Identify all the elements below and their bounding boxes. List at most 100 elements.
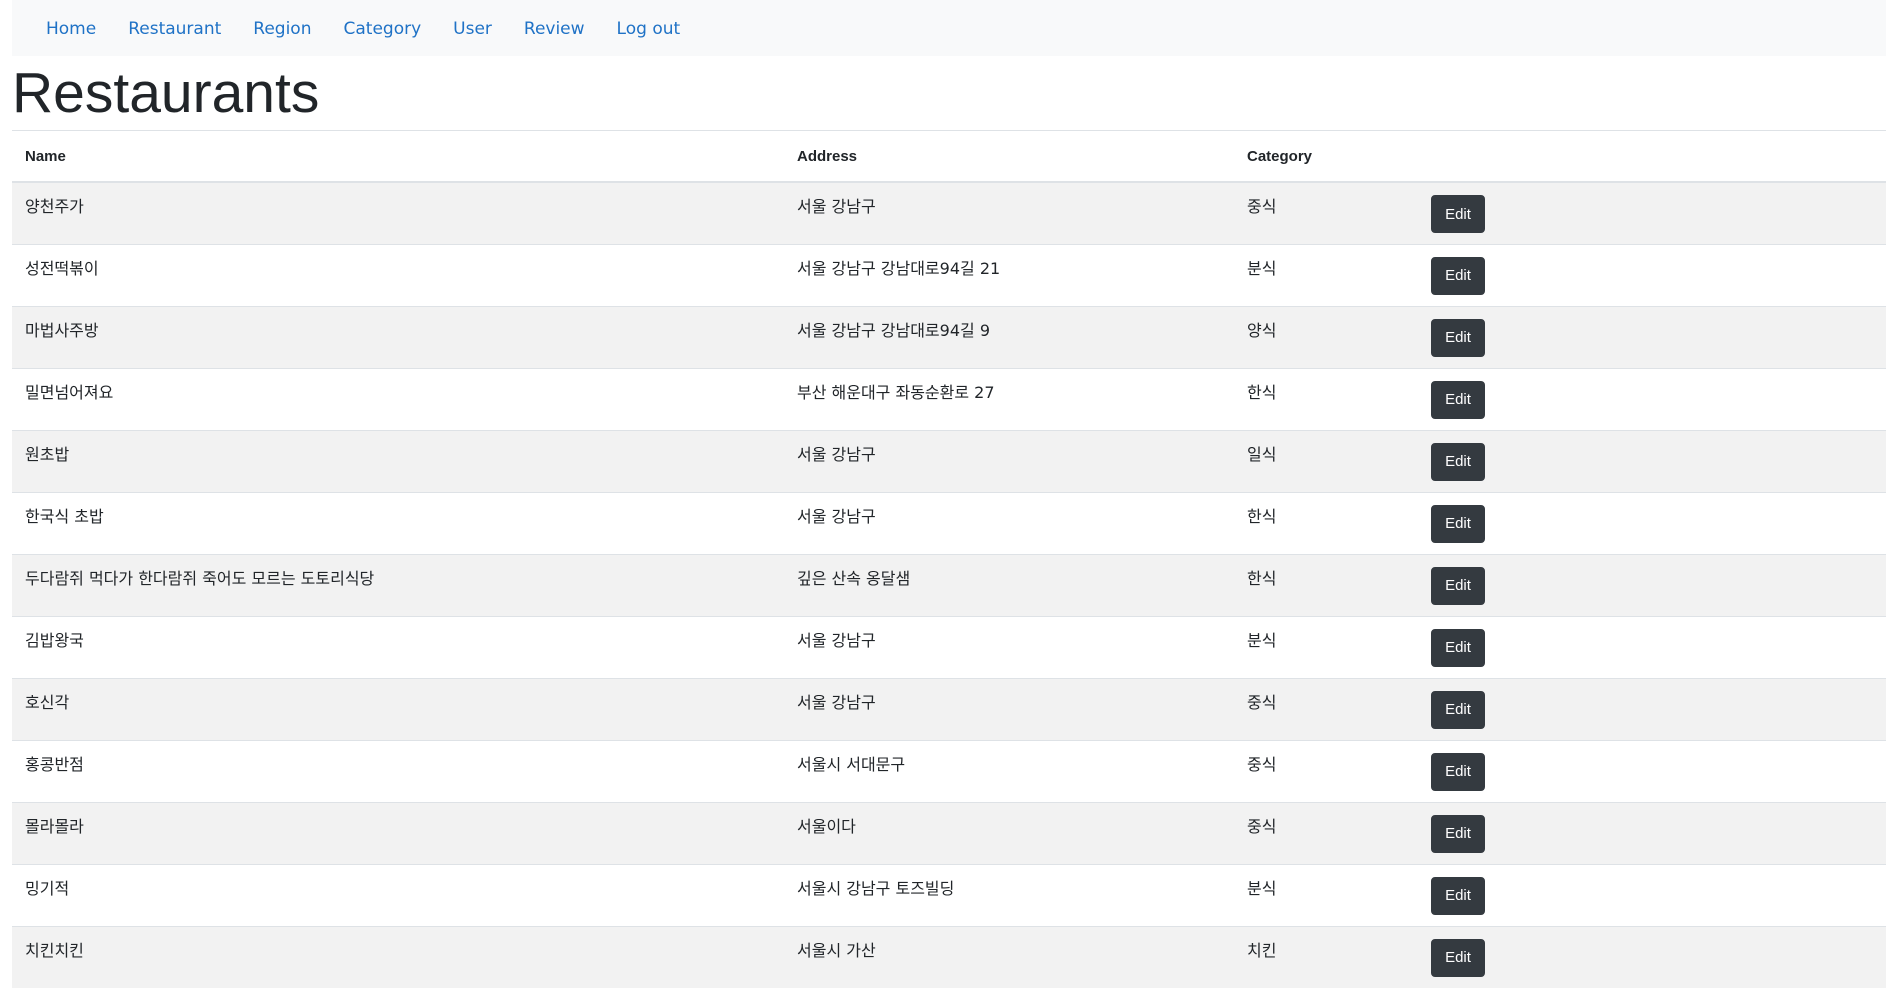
restaurant-category: 중식: [1247, 816, 1277, 836]
address-cell: 서울 강남구: [784, 491, 1234, 554]
address-cell: 서울이다: [784, 801, 1234, 864]
address-cell: 서울시 강남구 토즈빌딩: [784, 863, 1234, 926]
restaurant-address: 서울 강남구: [797, 506, 876, 526]
nav-link-user[interactable]: User: [453, 19, 492, 39]
nav-link-review[interactable]: Review: [524, 19, 585, 39]
edit-button[interactable]: Edit: [1431, 628, 1485, 667]
edit-button[interactable]: Edit: [1431, 442, 1485, 481]
nav-link-home[interactable]: Home: [46, 19, 96, 39]
actions-cell: Edit: [1414, 553, 1886, 616]
table-row: 밀면넘어져요 부산 해운대구 좌동순환로 27 한식 Edit: [12, 367, 1886, 430]
category-cell: 중식: [1234, 677, 1414, 740]
actions-cell: Edit: [1414, 429, 1886, 492]
restaurant-category: 분식: [1247, 630, 1277, 650]
name-cell: 한국식 초밥: [12, 491, 784, 554]
nav-link-logout[interactable]: Log out: [617, 19, 681, 39]
table-row: 원초밥 서울 강남구 일식 Edit: [12, 429, 1886, 492]
restaurant-address: 깊은 산속 옹달샘: [797, 568, 911, 588]
table-row: 홍콩반점 서울시 서대문구 중식 Edit: [12, 739, 1886, 802]
edit-button[interactable]: Edit: [1431, 504, 1485, 543]
restaurant-name: 성전떡볶이: [25, 258, 99, 278]
edit-button[interactable]: Edit: [1431, 938, 1485, 977]
category-cell: 분식: [1234, 243, 1414, 306]
restaurant-address: 서울시 가산: [797, 940, 876, 960]
restaurant-address: 서울이다: [797, 816, 856, 836]
restaurant-category: 치킨: [1247, 940, 1277, 960]
name-cell: 몰라몰라: [12, 801, 784, 864]
actions-cell: Edit: [1414, 615, 1886, 678]
restaurant-name: 밍기적: [25, 878, 70, 898]
actions-cell: Edit: [1414, 367, 1886, 430]
edit-button[interactable]: Edit: [1431, 256, 1485, 295]
address-cell: 부산 해운대구 좌동순환로 27: [784, 367, 1234, 430]
category-cell: 일식: [1234, 429, 1414, 492]
restaurant-address: 서울 강남구 강남대로94길 21: [797, 258, 1001, 278]
restaurant-name: 호신각: [25, 692, 70, 712]
category-cell: 분식: [1234, 615, 1414, 678]
restaurant-category: 분식: [1247, 878, 1277, 898]
restaurant-address: 서울시 강남구 토즈빌딩: [797, 878, 955, 898]
restaurant-name: 양천주가: [25, 197, 84, 216]
restaurant-name: 한국식 초밥: [25, 506, 104, 526]
nav-link-region[interactable]: Region: [253, 19, 311, 39]
restaurant-name: 원초밥: [25, 444, 70, 464]
category-cell: 양식: [1234, 305, 1414, 368]
actions-cell: Edit: [1414, 243, 1886, 306]
actions-cell: Edit: [1414, 801, 1886, 864]
actions-cell: Edit: [1414, 181, 1886, 244]
column-header-address: Address: [784, 131, 1234, 183]
address-cell: 서울 강남구 강남대로94길 9: [784, 305, 1234, 368]
restaurant-address: 부산 해운대구 좌동순환로 27: [797, 382, 995, 402]
edit-button[interactable]: Edit: [1431, 380, 1485, 419]
address-cell: 서울 강남구: [784, 429, 1234, 492]
category-cell: 한식: [1234, 553, 1414, 616]
name-cell: 양천주가: [12, 181, 784, 244]
name-cell: 호신각: [12, 677, 784, 740]
edit-button[interactable]: Edit: [1431, 690, 1485, 729]
restaurant-category: 한식: [1247, 568, 1277, 588]
restaurant-name: 김밥왕국: [25, 630, 84, 650]
edit-button[interactable]: Edit: [1431, 876, 1485, 915]
edit-button[interactable]: Edit: [1431, 566, 1485, 605]
edit-button[interactable]: Edit: [1431, 814, 1485, 853]
nav-link-restaurant[interactable]: Restaurant: [128, 19, 221, 39]
top-navbar: Home Restaurant Region Category User Rev…: [12, 0, 1886, 56]
restaurant-category: 일식: [1247, 444, 1277, 464]
restaurant-name: 몰라몰라: [25, 816, 84, 836]
nav-link-category[interactable]: Category: [343, 19, 421, 39]
restaurant-name: 밀면넘어져요: [25, 382, 114, 402]
restaurants-table: Name Address Category 양천주가 서울 강남구 중식 Edi…: [12, 131, 1886, 988]
page-title: Restaurants: [12, 61, 320, 125]
restaurant-category: 양식: [1247, 320, 1277, 340]
address-cell: 서울 강남구: [784, 615, 1234, 678]
category-cell: 분식: [1234, 863, 1414, 926]
restaurant-category: 한식: [1247, 382, 1277, 402]
restaurant-address: 서울 강남구: [797, 630, 876, 650]
address-cell: 서울 강남구 강남대로94길 21: [784, 243, 1234, 306]
page: Home Restaurant Region Category User Rev…: [0, 0, 1894, 993]
table-row: 호신각 서울 강남구 중식 Edit: [12, 677, 1886, 740]
name-cell: 치킨치킨: [12, 925, 784, 988]
category-cell: 한식: [1234, 367, 1414, 430]
name-cell: 원초밥: [12, 429, 784, 492]
restaurant-address: 서울 강남구: [797, 197, 876, 216]
table-row: 양천주가 서울 강남구 중식 Edit: [12, 181, 1886, 244]
restaurant-category: 중식: [1247, 197, 1277, 216]
edit-button[interactable]: Edit: [1431, 752, 1485, 791]
category-cell: 한식: [1234, 491, 1414, 554]
table-row: 마법사주방 서울 강남구 강남대로94길 9 양식 Edit: [12, 305, 1886, 368]
edit-button[interactable]: Edit: [1431, 318, 1485, 357]
category-cell: 중식: [1234, 739, 1414, 802]
actions-cell: Edit: [1414, 491, 1886, 554]
restaurant-name: 홍콩반점: [25, 754, 84, 774]
table-row: 치킨치킨 서울시 가산 치킨 Edit: [12, 925, 1886, 988]
edit-button[interactable]: Edit: [1431, 195, 1485, 233]
table-row: 몰라몰라 서울이다 중식 Edit: [12, 801, 1886, 864]
column-header-actions: [1414, 131, 1886, 183]
restaurant-address: 서울 강남구: [797, 444, 876, 464]
restaurant-category: 중식: [1247, 692, 1277, 712]
address-cell: 서울 강남구: [784, 181, 1234, 244]
restaurant-category: 분식: [1247, 258, 1277, 278]
restaurant-category: 한식: [1247, 506, 1277, 526]
name-cell: 홍콩반점: [12, 739, 784, 802]
